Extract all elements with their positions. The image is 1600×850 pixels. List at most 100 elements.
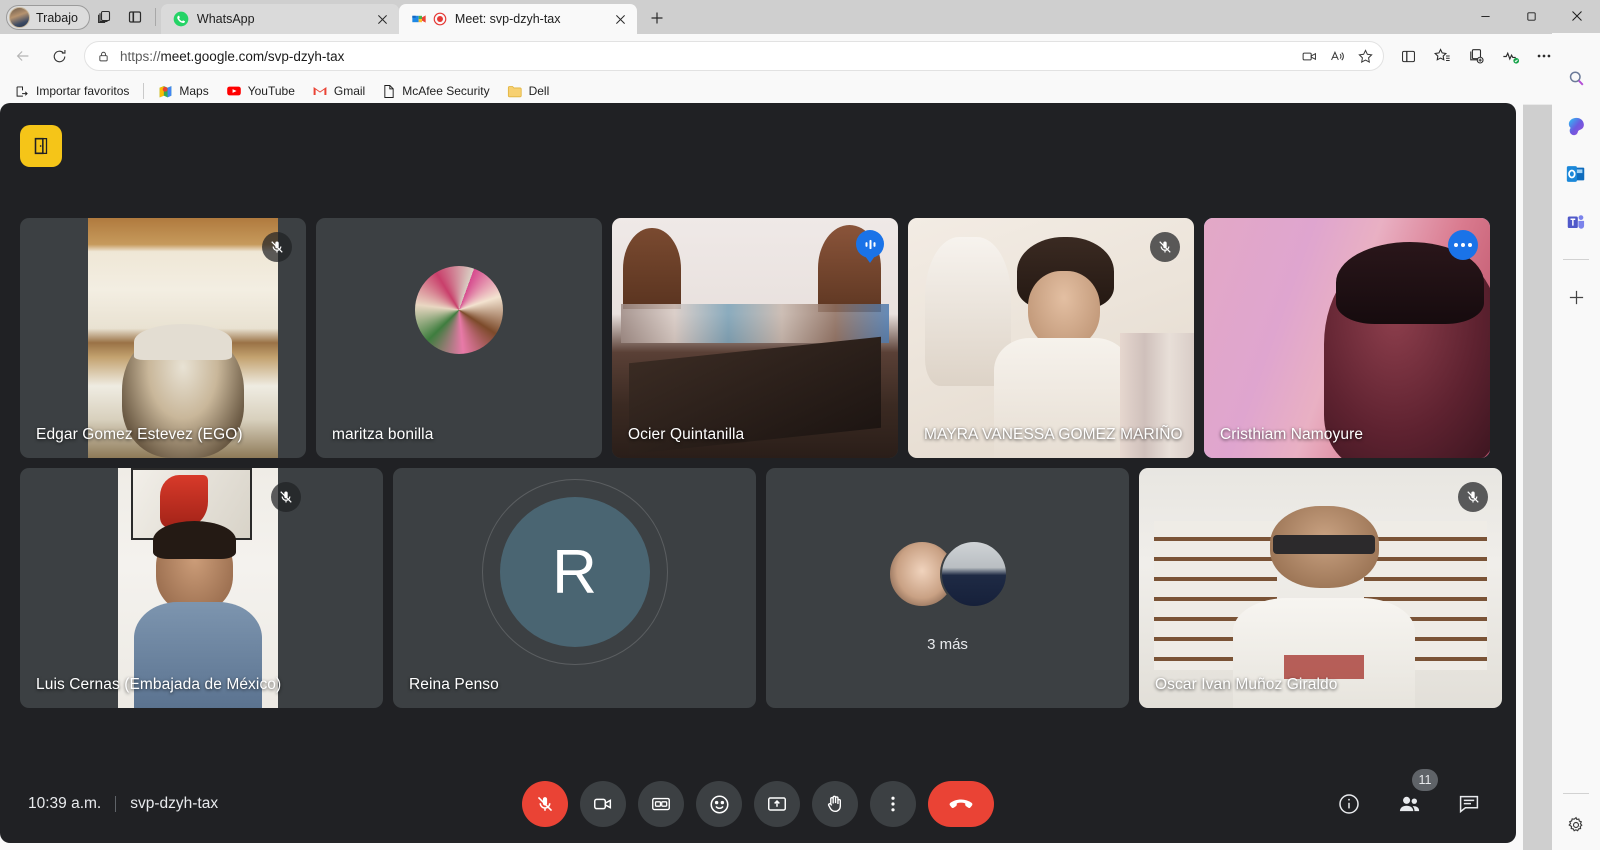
url-text: https://meet.google.com/svp-dzyh-tax (120, 48, 345, 64)
settings-gear-icon[interactable] (1561, 810, 1591, 840)
tab-title: WhatsApp (196, 12, 255, 26)
participant-tile-luis[interactable]: Luis Cernas (Embajada de México) (20, 468, 383, 708)
camera-icon[interactable] (1295, 43, 1323, 69)
meeting-info: 10:39 a.m. svp-dzyh-tax (28, 795, 218, 813)
tab-divider (154, 8, 156, 26)
maximize-icon[interactable] (1508, 0, 1554, 32)
camera-button[interactable] (580, 781, 626, 827)
split-screen-icon[interactable] (1392, 40, 1424, 72)
participant-name: MAYRA VANESSA GOMEZ MARIÑO (924, 426, 1183, 443)
youtube-icon (226, 86, 241, 96)
more-options-button[interactable] (870, 781, 916, 827)
participant-tile-mayra[interactable]: MAYRA VANESSA GOMEZ MARIÑO (908, 218, 1194, 458)
photo-avatar (415, 266, 503, 354)
edge-browser-window: Trabajo WhatsApp Meet: svp-dzyh-tax http… (0, 0, 1600, 850)
tab-favicon-group (173, 11, 189, 27)
participant-name: maritza bonilla (332, 426, 434, 443)
letter-avatar: R (499, 497, 650, 647)
close-icon[interactable] (373, 9, 393, 29)
collections-icon[interactable] (1460, 40, 1492, 72)
add-icon[interactable] (1561, 282, 1591, 312)
folder-icon (507, 85, 522, 97)
gmail-icon (313, 87, 327, 95)
chat-button[interactable] (1450, 785, 1488, 823)
participants-button[interactable]: 11 (1390, 769, 1438, 823)
leave-call-button[interactable] (928, 781, 994, 827)
video-stream (612, 218, 898, 458)
participant-tile-overflow[interactable]: 3 más (766, 468, 1129, 708)
back-arrow-icon[interactable] (6, 39, 40, 73)
participant-tile-oscar[interactable]: Oscar Ivan Muñoz Giraldo (1139, 468, 1502, 708)
participants-count-badge: 11 (1412, 769, 1438, 791)
close-icon[interactable] (1554, 0, 1600, 32)
video-stream (1204, 218, 1490, 458)
door-exit-icon[interactable] (20, 125, 62, 167)
split-screen-icon[interactable] (120, 3, 150, 31)
profile-pill-trabajo[interactable]: Trabajo (6, 5, 90, 30)
copilot-icon[interactable] (1561, 111, 1591, 141)
present-button[interactable] (754, 781, 800, 827)
read-aloud-icon[interactable] (1323, 43, 1351, 69)
avatar (9, 7, 30, 28)
video-stream (118, 468, 278, 708)
bookmark-label: Importar favoritos (36, 84, 130, 98)
participant-tile-edgar[interactable]: Edgar Gomez Estevez (EGO) (20, 218, 306, 458)
participant-tile-ocier[interactable]: Ocier Quintanilla (612, 218, 898, 458)
participant-name: Ocier Quintanilla (628, 426, 745, 443)
meeting-details-button[interactable] (1330, 785, 1368, 823)
divider (115, 796, 117, 812)
favorites-icon[interactable] (1426, 40, 1458, 72)
search-icon[interactable] (1561, 63, 1591, 93)
video-stream (88, 218, 278, 458)
bookmark-label: Maps (179, 84, 209, 98)
browser-essentials-icon[interactable] (1494, 40, 1526, 72)
google-meet-icon (412, 15, 426, 23)
recording-indicator-icon (433, 12, 447, 26)
participant-name: Edgar Gomez Estevez (EGO) (36, 426, 243, 443)
page-content: Edgar Gomez Estevez (EGO) maritza bonill… (0, 99, 1523, 850)
participant-tile-cristhiam[interactable]: Cristhiam Namoyure (1204, 218, 1490, 458)
participant-tile-reina[interactable]: R Reina Penso (393, 468, 756, 708)
favorite-star-icon[interactable] (1351, 43, 1379, 69)
microphone-muted-button[interactable] (522, 781, 568, 827)
tab-strip: Trabajo WhatsApp Meet: svp-dzyh-tax (0, 0, 1600, 34)
participant-row-2: Luis Cernas (Embajada de México) R Reina… (20, 468, 1502, 708)
tab-collections-icon[interactable] (90, 3, 120, 31)
new-tab-button[interactable] (642, 4, 672, 32)
more-options-icon[interactable] (1448, 230, 1478, 260)
captions-button[interactable] (638, 781, 684, 827)
meet-control-bar: 10:39 a.m. svp-dzyh-tax 11 (0, 765, 1516, 843)
participant-name: Luis Cernas (Embajada de México) (36, 676, 282, 693)
speaking-indicator-icon (856, 230, 884, 258)
meeting-code: svp-dzyh-tax (130, 795, 219, 812)
refresh-icon[interactable] (42, 39, 76, 73)
participant-tile-maritza[interactable]: maritza bonilla (316, 218, 602, 458)
address-bar[interactable]: https://meet.google.com/svp-dzyh-tax (84, 41, 1384, 71)
bookmark-divider (143, 83, 145, 99)
mic-muted-icon (271, 482, 301, 512)
participant-name: Oscar Ivan Muñoz Giraldo (1155, 676, 1338, 693)
google-meet-app: Edgar Gomez Estevez (EGO) maritza bonill… (0, 103, 1516, 843)
participant-grid: Edgar Gomez Estevez (EGO) maritza bonill… (20, 218, 1502, 718)
raise-hand-button[interactable] (812, 781, 858, 827)
tab-title: Meet: svp-dzyh-tax (454, 12, 561, 26)
meeting-controls (522, 781, 994, 827)
overflow-label: 3 más (927, 636, 968, 653)
whatsapp-icon (173, 11, 189, 27)
outlook-icon[interactable] (1561, 159, 1591, 189)
browser-toolbar: https://meet.google.com/svp-dzyh-tax (0, 34, 1600, 78)
profile-label: Trabajo (36, 10, 78, 25)
tab-google-meet[interactable]: Meet: svp-dzyh-tax (398, 4, 637, 34)
tab-whatsapp[interactable]: WhatsApp (160, 4, 399, 34)
reactions-button[interactable] (696, 781, 742, 827)
minimize-icon[interactable] (1462, 0, 1508, 32)
mic-muted-icon (262, 232, 292, 262)
mic-muted-icon (1150, 232, 1180, 262)
sidebar-divider (1563, 793, 1589, 794)
bookmark-label: Dell (528, 84, 550, 98)
bookmark-label: Gmail (333, 84, 366, 98)
url-domain: meet.google.com/svp-dzyh-tax (160, 48, 345, 64)
bookmark-label: McAfee Security (402, 84, 490, 98)
teams-icon[interactable] (1561, 207, 1591, 237)
close-icon[interactable] (611, 9, 631, 29)
